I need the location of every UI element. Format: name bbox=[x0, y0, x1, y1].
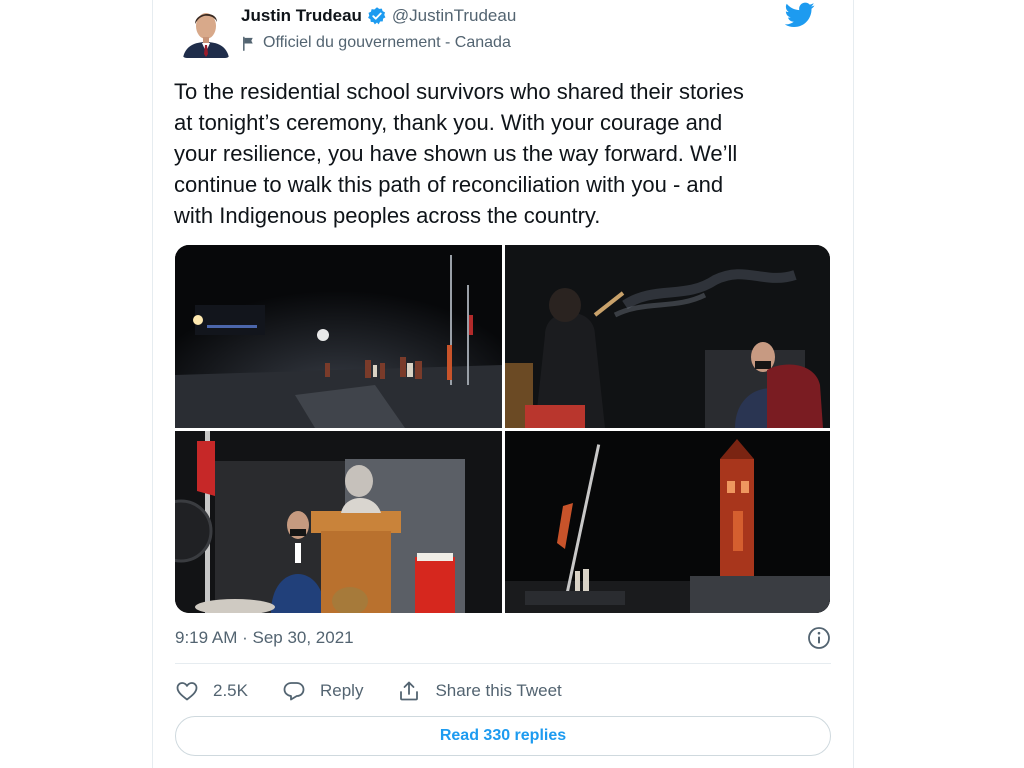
verified-badge-icon bbox=[367, 6, 387, 26]
tweet-text-line: your resilience, you have shown us the w… bbox=[174, 141, 738, 166]
share-label: Share this Tweet bbox=[435, 681, 562, 700]
like-button[interactable]: 2.5K bbox=[175, 679, 248, 703]
reply-label: Reply bbox=[319, 681, 364, 700]
photo-speaker-podium[interactable] bbox=[175, 431, 502, 613]
tweet-header: Justin Trudeau @JustinTrudeau Officiel d… bbox=[175, 0, 835, 64]
read-replies-button[interactable]: Read 330 replies bbox=[175, 716, 831, 756]
author-line: Justin Trudeau @JustinTrudeau bbox=[241, 4, 516, 28]
tweet-text-line: continue to walk this path of reconcilia… bbox=[174, 172, 724, 197]
photo-smudging-ceremony[interactable] bbox=[505, 245, 830, 428]
like-count: 2.5K bbox=[213, 681, 248, 700]
tweet-text-line: To the residential school survivors who … bbox=[174, 79, 744, 104]
tweet-text: To the residential school survivors who … bbox=[174, 76, 844, 231]
tweet-meta: 9:19 AM · Sep 30, 2021 bbox=[175, 624, 831, 652]
reply-bubble-icon bbox=[282, 679, 306, 703]
reply-button[interactable]: Reply bbox=[282, 679, 363, 703]
tweet-actions: 2.5K Reply Share this Tweet bbox=[175, 676, 596, 706]
photo-night-ceremony[interactable] bbox=[175, 245, 502, 428]
tweet-text-line: at tonight’s ceremony, thank you. With y… bbox=[174, 110, 723, 135]
heart-icon bbox=[175, 679, 199, 703]
tweet-timestamp[interactable]: 9:19 AM · Sep 30, 2021 bbox=[175, 628, 354, 648]
author-name[interactable]: Justin Trudeau bbox=[241, 6, 362, 26]
author-handle[interactable]: @JustinTrudeau bbox=[392, 6, 516, 26]
twitter-bird-icon[interactable] bbox=[784, 2, 815, 28]
government-label: Officiel du gouvernement - Canada bbox=[241, 32, 511, 54]
photo-peace-tower[interactable] bbox=[505, 431, 830, 613]
photo-grid bbox=[175, 245, 830, 613]
tweet-text-line: with Indigenous peoples across the count… bbox=[174, 203, 601, 228]
share-icon bbox=[397, 679, 421, 703]
share-button[interactable]: Share this Tweet bbox=[397, 679, 562, 703]
tweet-card: Justin Trudeau @JustinTrudeau Officiel d… bbox=[152, 0, 854, 768]
flag-icon bbox=[241, 36, 256, 51]
government-label-text: Officiel du gouvernement - Canada bbox=[263, 34, 511, 51]
divider bbox=[175, 663, 831, 664]
author-avatar[interactable] bbox=[181, 2, 231, 58]
info-icon[interactable] bbox=[807, 626, 831, 650]
read-replies-label: Read 330 replies bbox=[439, 727, 567, 744]
